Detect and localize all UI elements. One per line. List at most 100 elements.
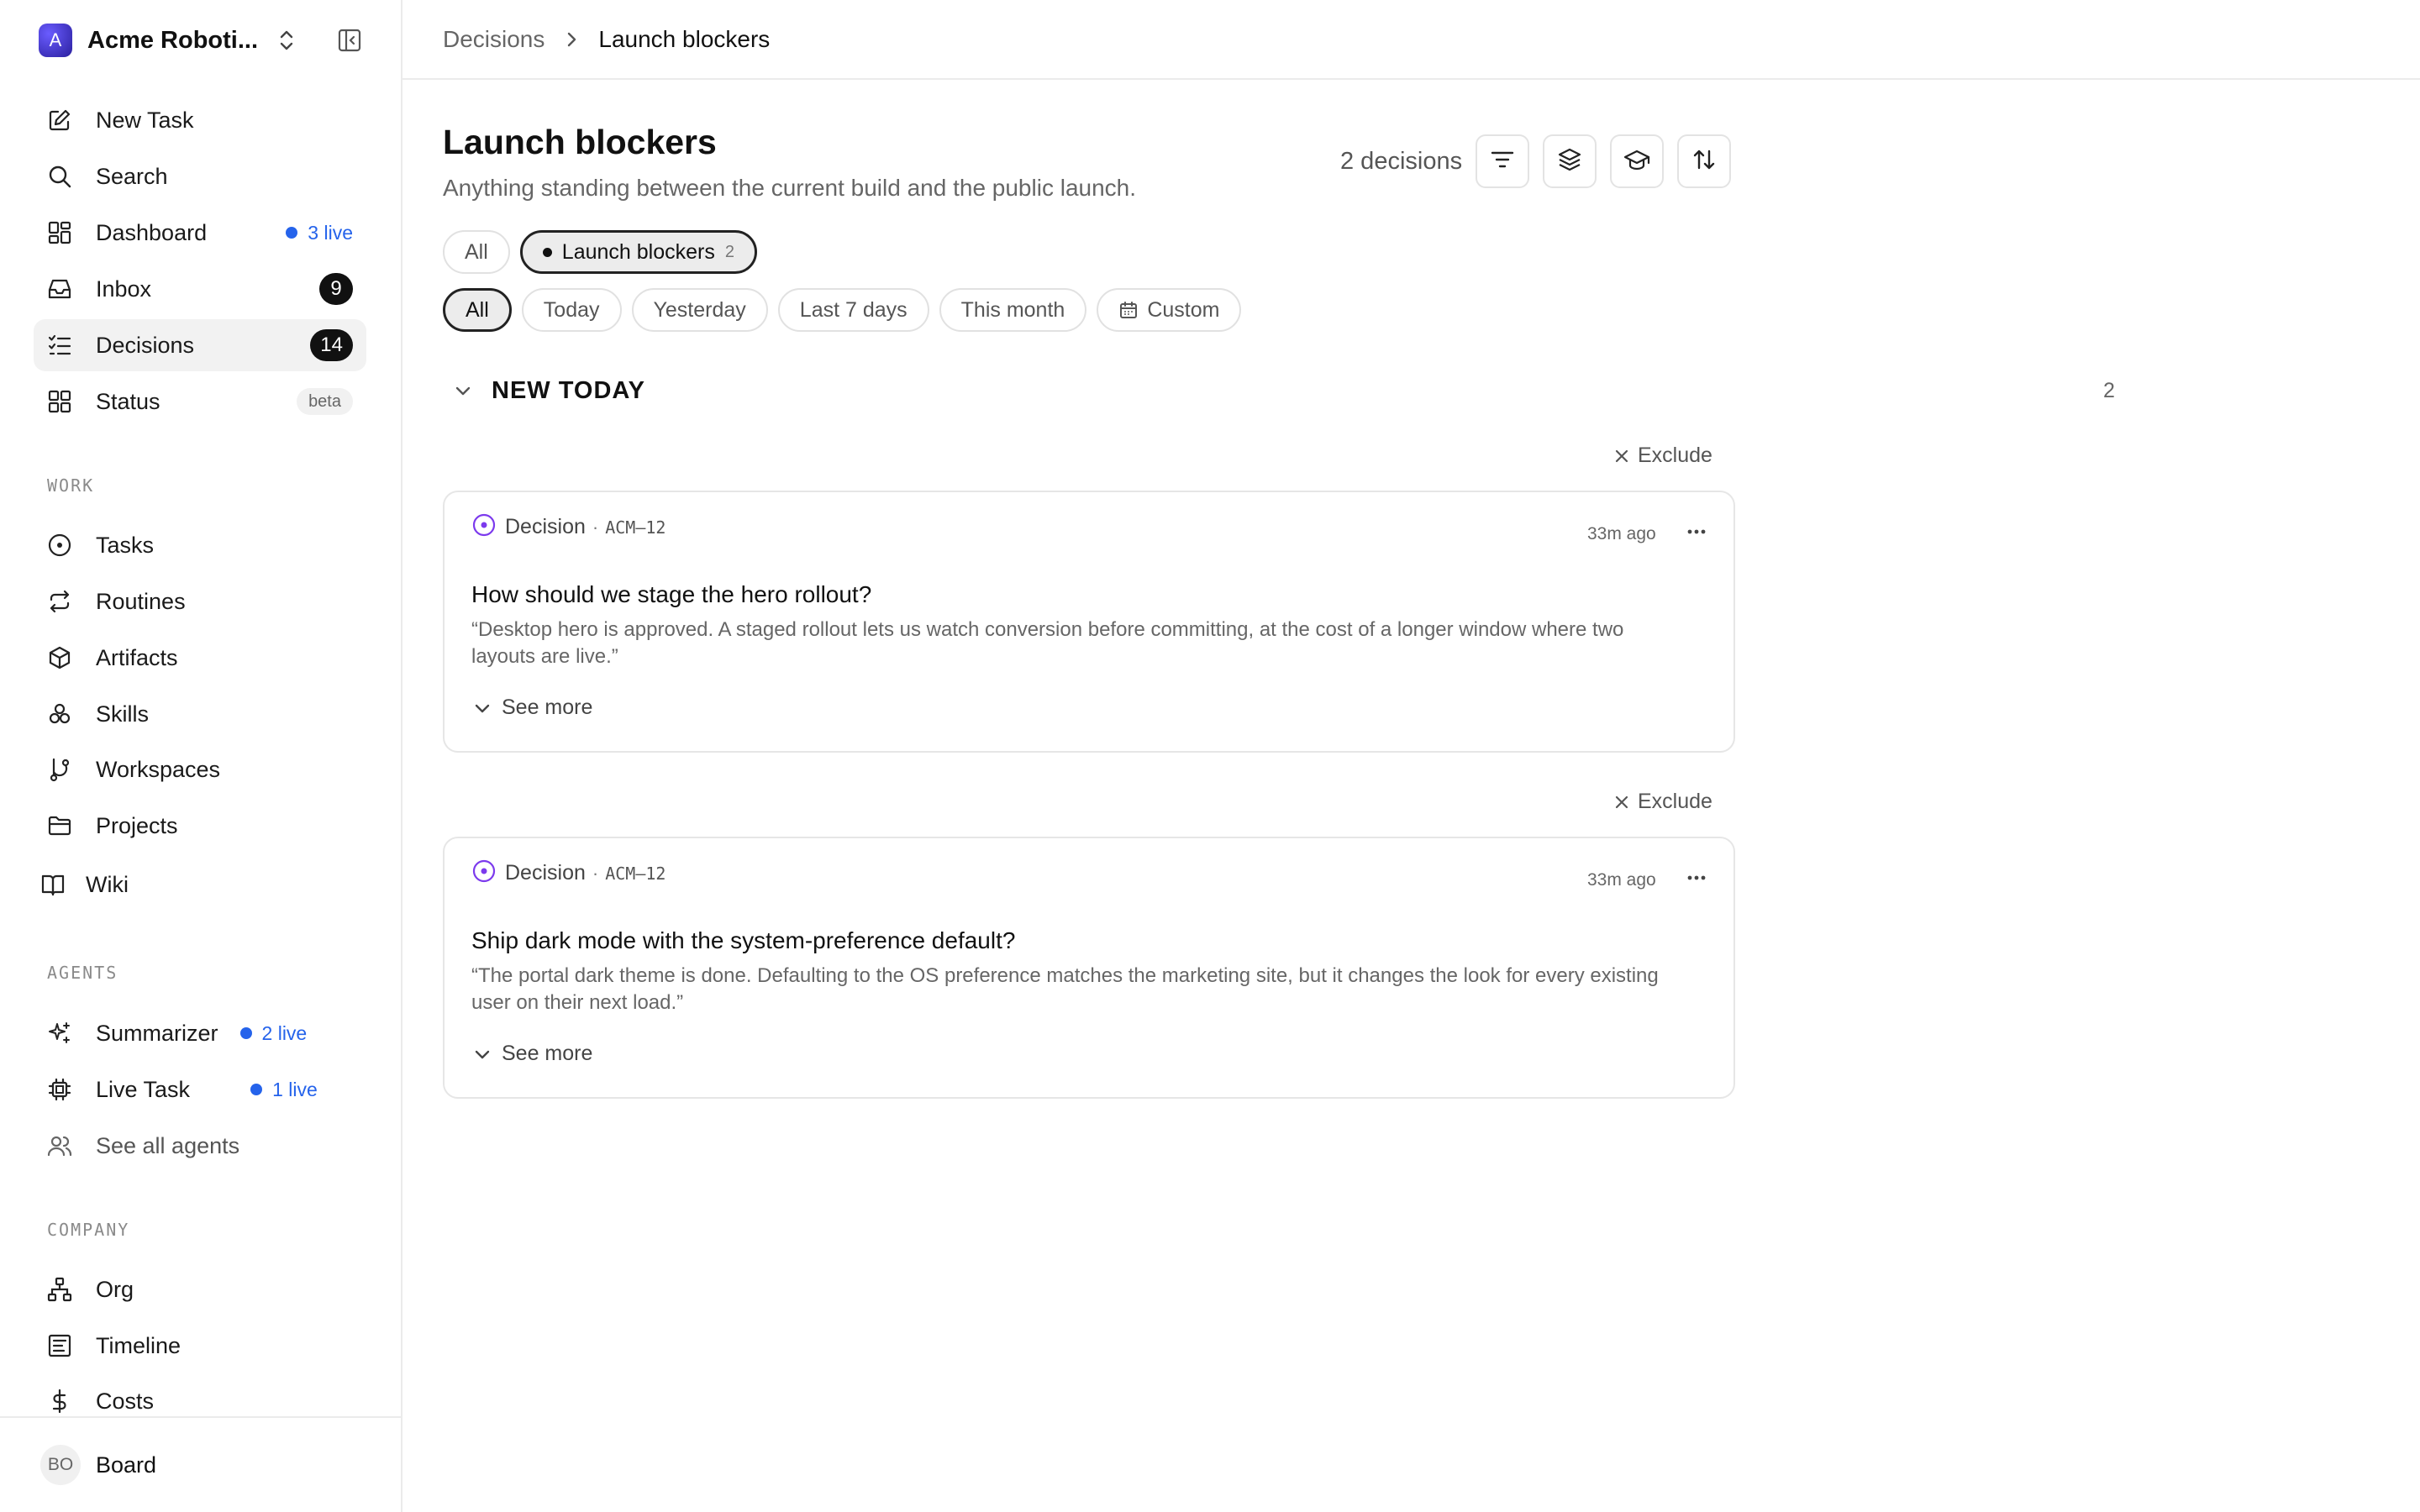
timeline-icon [45, 1331, 74, 1360]
date-chip-last-7-days[interactable]: Last 7 days [777, 288, 929, 332]
date-chip-today[interactable]: Today [521, 288, 622, 332]
page-subtitle: Anything standing between the current bu… [443, 175, 1137, 201]
close-icon [1614, 795, 1629, 810]
list-toolbar: 2 decisions [1340, 134, 1732, 188]
folder-icon [45, 811, 74, 840]
chevron-down-icon [473, 1045, 492, 1063]
dashboard-icon [45, 218, 74, 247]
more-options-icon[interactable] [1681, 519, 1712, 544]
nav-agent-summarizer[interactable]: Summarizer 2 live [34, 1007, 366, 1059]
nav-decisions[interactable]: Decisions 14 [34, 319, 366, 371]
section-label-agents: AGENTS [47, 963, 118, 983]
nav-workspaces[interactable]: Workspaces [34, 743, 366, 795]
git-branch-icon [45, 755, 74, 784]
scope-chip-row: All Launch blockers 2 [443, 230, 767, 274]
inbox-count-badge: 9 [319, 273, 353, 305]
nav-dashboard[interactable]: Dashboard 3 live [34, 207, 366, 259]
breadcrumb-parent[interactable]: Decisions [443, 26, 544, 53]
card-title: Ship dark mode with the system-preferenc… [471, 927, 1016, 953]
skills-icon [45, 700, 74, 728]
decision-card[interactable]: Decision · ACM–12 33m ago How should we … [443, 491, 1735, 753]
nav-timeline[interactable]: Timeline [34, 1320, 366, 1372]
scope-chip-all[interactable]: All [443, 230, 510, 274]
layers-icon [1556, 146, 1583, 177]
card-meta: Decision · ACM–12 [471, 858, 666, 888]
nav-see-all-agents[interactable]: See all agents [34, 1120, 366, 1172]
workspace-switcher[interactable]: A Acme Roboti... [39, 22, 366, 59]
sidebar: A Acme Roboti... New Task Search Dashboa… [0, 0, 402, 1512]
scope-chip-launch-blockers[interactable]: Launch blockers 2 [519, 230, 757, 274]
workspace-logo: A [39, 24, 72, 57]
decision-type-icon [471, 512, 497, 542]
exclude-button[interactable]: Exclude [1614, 444, 1712, 468]
grid-icon [45, 387, 74, 416]
learn-button[interactable] [1610, 134, 1665, 188]
nav-skills[interactable]: Skills [34, 688, 366, 740]
card-id: ACM–12 [605, 863, 666, 884]
nav-search[interactable]: Search [34, 150, 366, 202]
nav-tasks[interactable]: Tasks [34, 519, 366, 571]
beta-badge: beta [297, 388, 353, 415]
group-count: 2 [2103, 378, 2115, 402]
nav-inbox[interactable]: Inbox 9 [34, 263, 366, 315]
filter-icon [1489, 146, 1516, 177]
breadcrumb-current: Launch blockers [598, 25, 771, 52]
repeat-icon [45, 587, 74, 616]
nav-projects[interactable]: Projects [34, 800, 366, 852]
nav-status[interactable]: Status beta [34, 375, 366, 428]
card-id: ACM–12 [605, 517, 666, 538]
nav-wiki[interactable]: Wiki [27, 858, 360, 911]
card-title: How should we stage the hero rollout? [471, 581, 872, 607]
nav-agent-live-task[interactable]: Live Task 1 live [34, 1063, 366, 1116]
nav-org[interactable]: Org [34, 1263, 366, 1315]
workspace-name: Acme Roboti... [87, 26, 259, 54]
nav-new-task[interactable]: New Task [34, 94, 366, 146]
collapse-sidebar-icon[interactable] [334, 25, 365, 55]
date-chip-custom[interactable]: Custom [1097, 288, 1242, 332]
exclude-button[interactable]: Exclude [1614, 790, 1712, 814]
decision-card[interactable]: Decision · ACM–12 33m ago Ship dark mode… [443, 837, 1735, 1099]
calendar-icon [1118, 300, 1139, 320]
date-chip-all[interactable]: All [443, 288, 512, 332]
group-button[interactable] [1543, 134, 1597, 188]
date-chip-yesterday[interactable]: Yesterday [631, 288, 768, 332]
inbox-icon [45, 275, 74, 303]
edit-icon [45, 106, 74, 134]
box-icon [45, 643, 74, 672]
dollar-icon [45, 1387, 74, 1415]
see-more-button[interactable]: See more [473, 1042, 592, 1066]
see-more-button[interactable]: See more [473, 696, 592, 720]
sparkles-icon [45, 1019, 74, 1047]
users-icon [45, 1131, 74, 1160]
sort-button[interactable] [1677, 134, 1732, 188]
section-label-work: WORK [47, 475, 95, 496]
chevron-up-down-icon [275, 24, 298, 57]
decisions-count-badge: 14 [310, 329, 353, 361]
sidebar-footer[interactable]: BO Board [0, 1416, 402, 1512]
card-meta: Decision · ACM–12 [471, 512, 666, 542]
live-indicator: 2 live [239, 1022, 307, 1045]
decision-type-icon [471, 858, 497, 888]
cpu-icon [45, 1075, 74, 1104]
nav-artifacts[interactable]: Artifacts [34, 632, 366, 684]
group-header-new-today[interactable]: NEW TODAY 2 [443, 370, 2120, 412]
chevron-right-icon [561, 29, 581, 50]
search-icon [45, 162, 74, 191]
card-body: “The portal dark theme is done. Defaulti… [471, 964, 1659, 1014]
live-indicator: 1 live [250, 1079, 318, 1101]
book-icon [39, 870, 67, 899]
section-label-company: COMPANY [47, 1220, 130, 1240]
date-chip-this-month[interactable]: This month [939, 288, 1087, 332]
close-icon [1614, 449, 1629, 464]
filter-button[interactable] [1476, 134, 1530, 188]
nav-routines[interactable]: Routines [34, 575, 366, 627]
decision-count: 2 decisions [1340, 147, 1463, 175]
main-content: Decisions Launch blockers Launch blocker… [402, 0, 2420, 1512]
list-check-icon [45, 331, 74, 360]
graduation-cap-icon [1623, 146, 1650, 177]
card-timestamp: 33m ago [1587, 524, 1656, 543]
date-chip-row: All Today Yesterday Last 7 days This mon… [443, 288, 1251, 332]
avatar: BO [40, 1445, 81, 1485]
card-body: “Desktop hero is approved. A staged roll… [471, 618, 1624, 668]
more-options-icon[interactable] [1681, 865, 1712, 890]
